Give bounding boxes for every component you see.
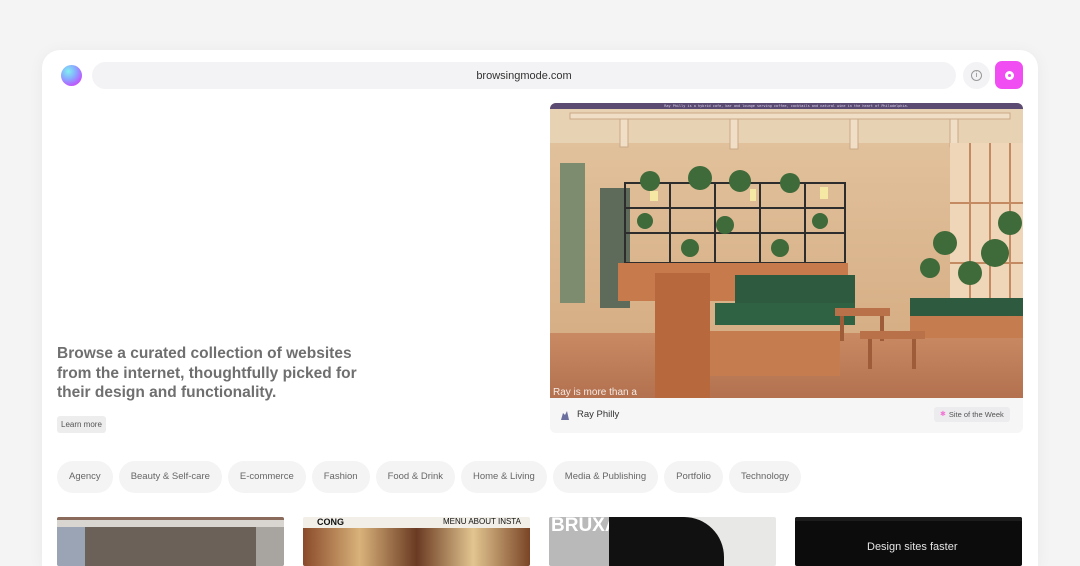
info-button[interactable]: i: [963, 62, 990, 89]
category-media[interactable]: Media & Publishing: [552, 461, 659, 493]
url-bar[interactable]: browsingmode.com: [92, 62, 956, 89]
site-banner: Ray Philly is a hybrid cafe, bar and lou…: [550, 103, 1023, 109]
browser-window: browsingmode.com i Browse a curated coll…: [42, 50, 1038, 566]
gradient-orb-logo-icon[interactable]: [61, 65, 82, 86]
site-thumbnail[interactable]: CONG MENU ABOUT INSTA: [303, 517, 530, 566]
record-icon: [1004, 70, 1014, 80]
hero-tagline: Browse a curated collection of websites …: [57, 345, 357, 401]
featured-site-card[interactable]: Ray Philly is a hybrid cafe, bar and lou…: [550, 103, 1023, 433]
site-grid: CONG MENU ABOUT INSTA BRUXA Design sites…: [57, 517, 1023, 566]
site-thumbnail[interactable]: BRUXA: [549, 517, 776, 566]
category-portfolio[interactable]: Portfolio: [664, 461, 723, 493]
site-thumbnail[interactable]: Design sites faster: [795, 517, 1022, 566]
learn-more-button[interactable]: Learn more: [57, 416, 106, 433]
cafe-interior-image: [550, 103, 1023, 398]
featured-site-footer: Ray Philly ✱ Site of the Week: [550, 398, 1023, 433]
category-filters: Agency Beauty & Self-care E-commerce Fas…: [57, 461, 802, 493]
category-ecommerce[interactable]: E-commerce: [227, 461, 306, 493]
author-name[interactable]: Ray Philly: [577, 409, 619, 420]
thumb-headline: Design sites faster: [867, 541, 958, 553]
record-button[interactable]: [995, 61, 1023, 89]
category-beauty[interactable]: Beauty & Self-care: [118, 461, 222, 493]
category-food-drink[interactable]: Food & Drink: [375, 461, 455, 493]
site-thumbnail[interactable]: [57, 517, 284, 566]
category-technology[interactable]: Technology: [728, 461, 802, 493]
badge-label: Site of the Week: [948, 410, 1004, 419]
url-text: browsingmode.com: [476, 69, 572, 82]
category-fashion[interactable]: Fashion: [311, 461, 370, 493]
thumb-brand: CONG: [317, 517, 344, 527]
category-agency[interactable]: Agency: [57, 461, 113, 493]
thumb-nav: MENU ABOUT INSTA: [443, 517, 521, 526]
site-caption: Ray is more than a: [553, 387, 637, 398]
info-icon: i: [971, 70, 982, 81]
site-of-the-week-badge: ✱ Site of the Week: [934, 407, 1010, 422]
category-home-living[interactable]: Home & Living: [461, 461, 547, 493]
star-icon: ✱: [940, 411, 946, 418]
puzzle-logo-icon: [561, 411, 569, 420]
featured-site-screenshot[interactable]: Ray Philly is a hybrid cafe, bar and lou…: [550, 103, 1023, 398]
